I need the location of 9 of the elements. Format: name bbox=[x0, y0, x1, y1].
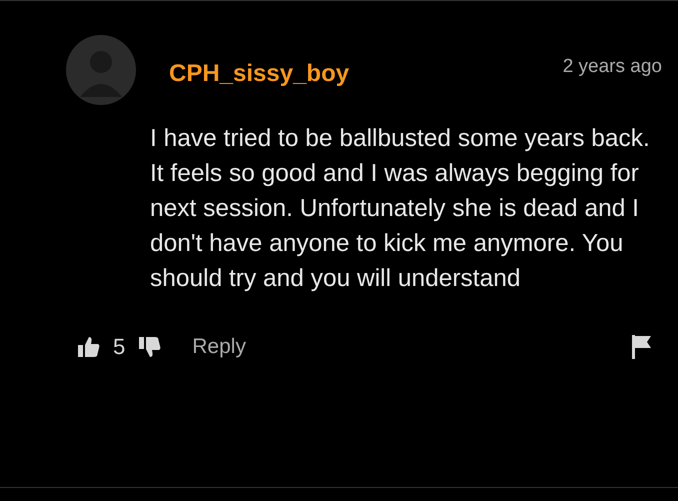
flag-icon[interactable] bbox=[630, 334, 652, 360]
thumbs-up-icon[interactable] bbox=[76, 335, 101, 359]
username[interactable]: CPH_sissy_boy bbox=[169, 60, 563, 88]
timestamp: 2 years ago bbox=[562, 56, 662, 78]
comment-text: I have tried to be ballbusted some years back. It feels so good and I was always begging for next session. Unfortunately she is dead and I don't have anyone to kick me anymore. You should try and you will understand bbox=[150, 124, 651, 294]
reply-button[interactable]: Reply bbox=[192, 335, 246, 359]
avatar-icon bbox=[66, 35, 136, 105]
thumbs-down-icon[interactable] bbox=[137, 335, 162, 359]
like-count: 5 bbox=[113, 334, 126, 360]
